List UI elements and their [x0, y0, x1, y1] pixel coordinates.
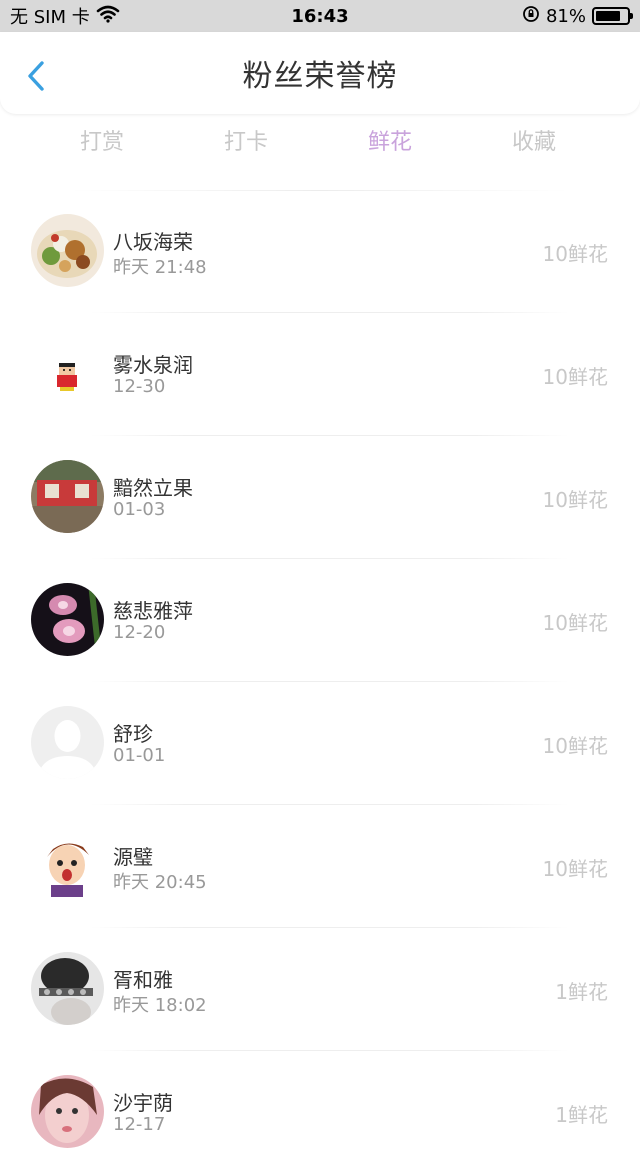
- battery-percent: 81%: [545, 5, 586, 27]
- page-title: 粉丝荣誉榜: [242, 59, 398, 94]
- flower-count: 1鲜花: [555, 980, 608, 1004]
- tab-flowers[interactable]: 鲜花: [318, 118, 462, 168]
- chevron-left-icon: [28, 61, 44, 91]
- tab-favorites[interactable]: 收藏: [462, 118, 606, 168]
- tab-checkin[interactable]: 打卡: [174, 118, 318, 168]
- wifi-icon: [96, 5, 120, 28]
- fan-name: 沙宇荫: [113, 1091, 173, 1115]
- avatar: [31, 583, 104, 656]
- flower-count: 10鲜花: [542, 611, 608, 635]
- battery-level: [596, 11, 621, 21]
- nav-header: 粉丝荣誉榜: [0, 32, 640, 114]
- avatar: [31, 337, 104, 410]
- back-button[interactable]: [22, 58, 50, 94]
- tab-tips[interactable]: 打赏: [30, 118, 174, 168]
- list-item[interactable]: 八坂海荣 昨天 21:48 10鲜花: [0, 190, 640, 313]
- fan-time: 01-01: [113, 745, 166, 766]
- avatar: [31, 829, 104, 902]
- flower-count: 1鲜花: [555, 1103, 608, 1127]
- list-item[interactable]: 黯然立果 01-03 10鲜花: [0, 436, 640, 559]
- flower-count: 10鲜花: [542, 365, 608, 389]
- fan-name: 源璧: [113, 845, 153, 869]
- default-user-icon: [31, 706, 104, 779]
- avatar: [31, 952, 104, 1025]
- fan-name: 雾水泉润: [113, 353, 193, 377]
- avatar: [31, 1075, 104, 1148]
- fan-name: 舒珍: [113, 722, 153, 746]
- fan-time: 12-20: [113, 622, 166, 643]
- fan-time: 昨天 21:48: [113, 257, 207, 278]
- list-item[interactable]: 慈悲雅萍 12-20 10鲜花: [0, 559, 640, 682]
- avatar: [31, 460, 104, 533]
- avatar: [31, 214, 104, 287]
- list-item[interactable]: 沙宇荫 12-17 1鲜花: [0, 1051, 640, 1174]
- fan-time: 12-30: [113, 376, 166, 397]
- fan-time: 昨天 20:45: [113, 872, 207, 893]
- carrier-label: 无 SIM 卡: [10, 7, 90, 28]
- tab-bar: 打赏 打卡 鲜花 收藏: [0, 118, 640, 168]
- fan-list: 八坂海荣 昨天 21:48 10鲜花 雾水泉润 12-30 10鲜花 黯然立果 …: [0, 190, 640, 1174]
- fan-name: 胥和雅: [113, 968, 173, 992]
- flower-count: 10鲜花: [542, 488, 608, 512]
- flower-count: 10鲜花: [542, 734, 608, 758]
- fan-time: 12-17: [113, 1114, 166, 1135]
- list-item[interactable]: 胥和雅 昨天 18:02 1鲜花: [0, 928, 640, 1051]
- orientation-lock-icon: [522, 5, 540, 28]
- list-item[interactable]: 雾水泉润 12-30 10鲜花: [0, 313, 640, 436]
- list-item[interactable]: 源璧 昨天 20:45 10鲜花: [0, 805, 640, 928]
- fan-name: 八坂海荣: [113, 230, 193, 254]
- avatar: [31, 706, 104, 779]
- battery-icon: [592, 7, 633, 25]
- flower-count: 10鲜花: [542, 857, 608, 881]
- fan-time: 昨天 18:02: [113, 995, 207, 1016]
- flower-count: 10鲜花: [542, 242, 608, 266]
- fan-name: 黯然立果: [113, 476, 193, 500]
- fan-time: 01-03: [113, 499, 166, 520]
- list-item[interactable]: 舒珍 01-01 10鲜花: [0, 682, 640, 805]
- fan-name: 慈悲雅萍: [113, 599, 193, 623]
- status-bar: 无 SIM 卡 16:43 81%: [0, 0, 640, 32]
